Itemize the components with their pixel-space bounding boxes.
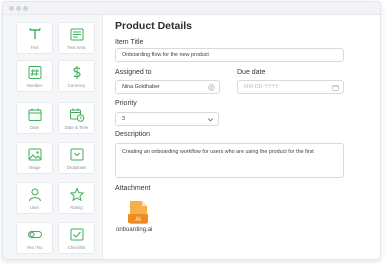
sidebar-item-number[interactable]: Number	[16, 60, 53, 92]
rating-icon	[69, 187, 84, 202]
sidebar-item-label: Image	[28, 165, 41, 170]
date-time-icon	[69, 108, 84, 122]
ai-file-icon[interactable]: Ai	[127, 200, 149, 226]
priority-value: 3	[122, 116, 125, 122]
sidebar-item-yes-no[interactable]: Yes / No	[16, 222, 53, 254]
sidebar-item-label: Currency	[67, 83, 86, 88]
sidebar-item-text-area[interactable]: Text Area	[58, 22, 95, 54]
sidebar-item-date[interactable]: Date	[16, 102, 53, 134]
sidebar-item-label: Date	[29, 125, 40, 130]
description-textarea[interactable]: Creating an onboarding workflow for user…	[115, 143, 344, 178]
app-window: Text Text Area Number Currency Date Date…	[2, 1, 381, 260]
sidebar-item-label: Rating	[70, 205, 83, 210]
currency-icon	[72, 66, 81, 79]
due-date-input[interactable]: MM-DD-YYYY	[237, 80, 344, 94]
image-icon	[28, 148, 41, 161]
window-dot-icon[interactable]	[23, 6, 28, 11]
sidebar-item-label: Checklist	[67, 245, 86, 250]
sidebar-item-label: Date & Time	[64, 125, 89, 130]
sidebar-item-label: Number	[26, 83, 43, 88]
priority-label: Priority	[115, 100, 137, 107]
sidebar-item-label: Text	[30, 45, 39, 50]
sidebar-item-text[interactable]: Text	[16, 22, 53, 54]
assigned-to-label: Assigned to	[115, 69, 152, 76]
sidebar-item-dropdown[interactable]: Dropdown	[58, 142, 95, 174]
sidebar-item-checklist[interactable]: Checklist	[58, 222, 95, 254]
number-icon	[28, 66, 41, 79]
priority-select[interactable]: 3	[115, 112, 219, 126]
sidebar-item-label: Dropdown	[66, 165, 87, 170]
sidebar-item-image[interactable]: Image	[16, 142, 53, 174]
page-title: Product Details	[115, 20, 193, 32]
sidebar-item-label: Yes / No	[26, 245, 43, 250]
dropdown-icon	[70, 148, 83, 161]
window-dot-icon[interactable]	[9, 6, 14, 11]
text-area-icon	[70, 28, 83, 41]
description-label: Description	[115, 131, 151, 138]
sidebar-item-rating[interactable]: Rating	[58, 182, 95, 214]
sidebar-item-date-time[interactable]: Date & Time	[58, 102, 95, 134]
attachment-label: Attachment	[115, 185, 151, 192]
title-bar	[3, 2, 380, 15]
assigned-to-value: Nina Goldhaber	[122, 84, 160, 90]
text-icon	[28, 28, 41, 39]
user-icon	[28, 188, 41, 202]
window-dot-icon[interactable]	[16, 6, 21, 11]
sidebar-item-label: Text Area	[67, 45, 86, 50]
item-title-input[interactable]: Onboarding flow for the new product	[115, 48, 344, 62]
calendar-icon[interactable]	[332, 84, 339, 91]
file-badge-text: Ai	[135, 217, 140, 223]
checklist-icon	[70, 228, 83, 241]
attachment-file-name[interactable]: onboarding.ai	[116, 227, 152, 233]
field-type-sidebar: Text Text Area Number Currency Date Date…	[3, 15, 103, 259]
toggle-icon	[27, 231, 42, 238]
item-title-label: Item Title	[115, 39, 144, 46]
sidebar-item-label: User	[29, 205, 40, 210]
user-circle-icon[interactable]	[208, 84, 215, 91]
chevron-down-icon	[208, 118, 213, 122]
sidebar-item-currency[interactable]: Currency	[58, 60, 95, 92]
sidebar-item-user[interactable]: User	[16, 182, 53, 214]
due-date-label: Due date	[237, 69, 266, 76]
assigned-to-input[interactable]: Nina Goldhaber	[115, 80, 220, 94]
date-icon	[28, 108, 41, 121]
due-date-placeholder: MM-DD-YYYY	[244, 84, 279, 90]
